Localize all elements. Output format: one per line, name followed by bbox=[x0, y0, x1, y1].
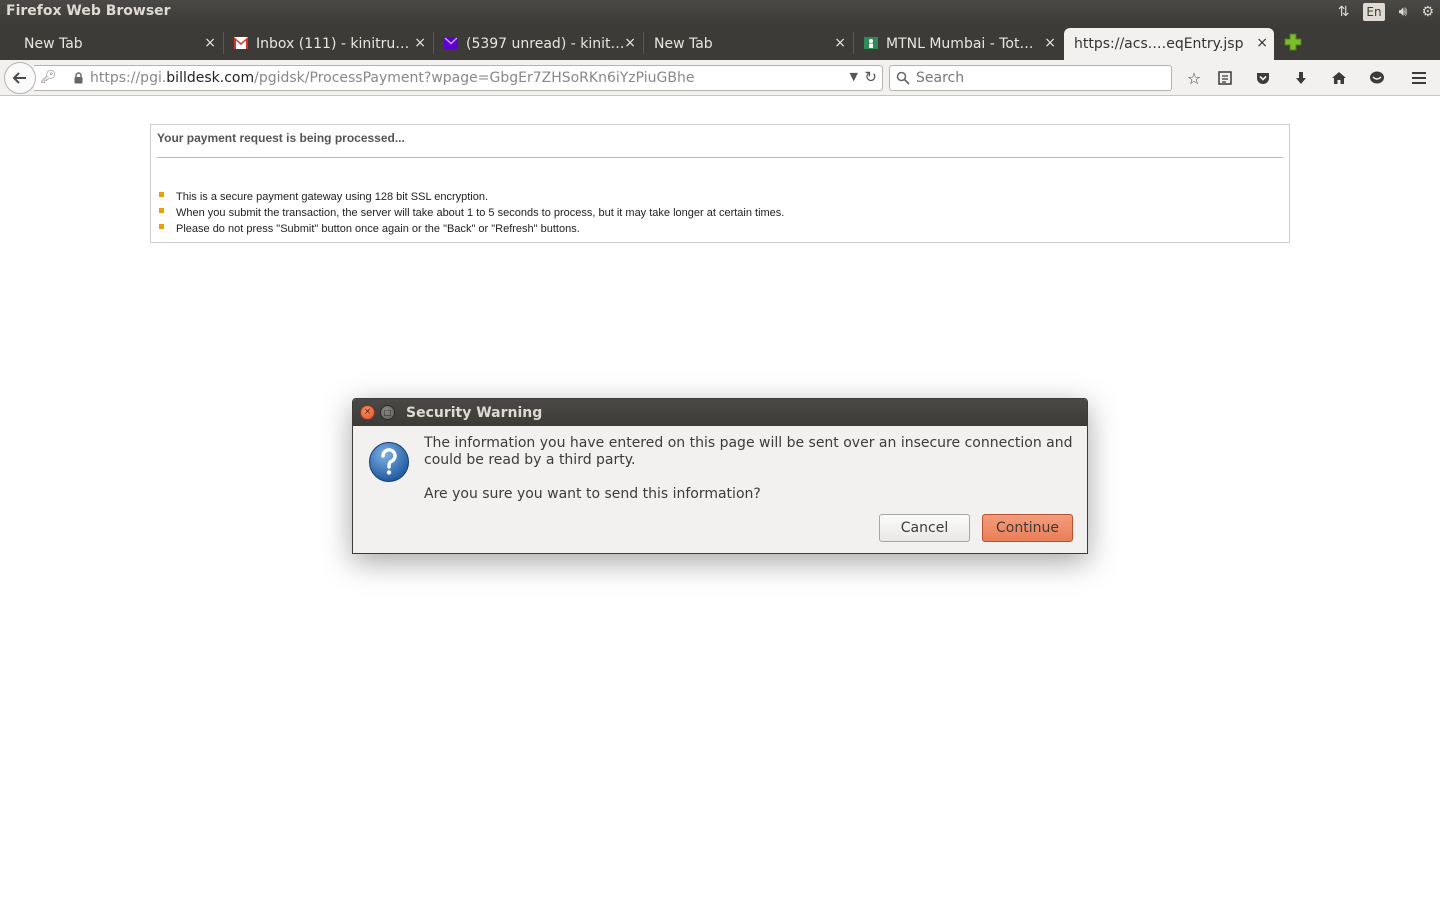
note-text: This is a secure payment gateway using 1… bbox=[176, 191, 489, 203]
keyboard-language-indicator[interactable]: En bbox=[1363, 3, 1385, 21]
list-item: Please do not press "Submit" button once… bbox=[159, 221, 784, 237]
history-dropdown-icon[interactable]: ▼ bbox=[850, 70, 858, 83]
bullet-square-icon bbox=[159, 192, 164, 197]
hamburger-menu-icon bbox=[1412, 72, 1426, 84]
tab-yahoo-mail[interactable]: (5397 unread) - kinit… × bbox=[440, 28, 642, 60]
volume-icon[interactable]: 🔊︎ bbox=[1399, 2, 1408, 22]
url-bar[interactable]: 🔑︎ https://pgi.billdesk.com/pgidsk/Proce… bbox=[34, 65, 883, 91]
hello-chat-button[interactable] bbox=[1365, 66, 1389, 90]
dialog-maximize-icon[interactable]: □ bbox=[380, 405, 395, 420]
tab-separator bbox=[223, 32, 224, 54]
tab-separator bbox=[433, 32, 434, 54]
bullet-square-icon bbox=[159, 224, 164, 229]
download-arrow-icon bbox=[1296, 72, 1306, 84]
list-item: This is a secure payment gateway using 1… bbox=[159, 189, 784, 205]
chat-bubble-icon bbox=[1370, 71, 1384, 84]
tab-acs-active[interactable]: https://acs.…eqEntry.jsp × bbox=[1064, 28, 1274, 60]
url-domain: billdesk.com bbox=[166, 70, 255, 86]
dialog-question: Are you sure you want to send this infor… bbox=[424, 486, 761, 502]
downloads-button[interactable] bbox=[1289, 66, 1313, 90]
bookmarks-menu-button[interactable] bbox=[1213, 66, 1237, 90]
dialog-title: Security Warning bbox=[406, 405, 543, 421]
settings-gear-icon[interactable]: ⚙ bbox=[1421, 2, 1434, 22]
dialog-titlebar[interactable]: × □ Security Warning bbox=[353, 399, 1087, 426]
tab-close-icon[interactable]: × bbox=[1044, 35, 1056, 51]
search-box[interactable] bbox=[889, 65, 1172, 91]
tab-label: (5397 unread) - kinit… bbox=[466, 36, 625, 52]
network-transfer-icon[interactable]: ⇅ bbox=[1338, 2, 1350, 22]
dialog-message: The information you have entered on this… bbox=[424, 435, 1073, 468]
bullet-square-icon bbox=[159, 208, 164, 213]
pocket-icon bbox=[1257, 73, 1269, 84]
tab-label: New Tab bbox=[24, 36, 83, 52]
tab-close-icon[interactable]: × bbox=[414, 35, 426, 51]
dialog-close-icon[interactable]: × bbox=[360, 405, 375, 420]
url-path: /pgidsk/ProcessPayment?wpage=GbgEr7ZHSoR… bbox=[254, 70, 695, 86]
tab-strip: New Tab × Inbox (111) - kinitru… × (5397… bbox=[0, 24, 1440, 60]
continue-button[interactable]: Continue bbox=[982, 514, 1073, 542]
home-icon bbox=[1332, 72, 1346, 84]
open-menu-button[interactable] bbox=[1407, 66, 1431, 90]
tab-label: New Tab bbox=[654, 36, 713, 52]
tab-new-tab-1[interactable]: New Tab × bbox=[0, 28, 222, 60]
tab-mtnl-mumbai[interactable]: MTNL Mumbai - Tot… × bbox=[860, 28, 1062, 60]
bookmarks-list-icon bbox=[1218, 71, 1232, 85]
tab-close-icon[interactable]: × bbox=[1256, 35, 1268, 51]
indicator-area: ⇅ En 🔊︎ ⚙ bbox=[1338, 2, 1434, 22]
tab-new-tab-2[interactable]: New Tab × bbox=[630, 28, 852, 60]
notes-list: This is a secure payment gateway using 1… bbox=[159, 189, 784, 237]
tab-close-icon[interactable]: × bbox=[834, 35, 846, 51]
tab-label: MTNL Mumbai - Tot… bbox=[886, 36, 1034, 52]
lock-icon[interactable] bbox=[74, 72, 83, 84]
bookmark-star-icon[interactable]: ☆ bbox=[1182, 66, 1206, 90]
back-arrow-icon bbox=[12, 72, 26, 84]
tab-gmail-inbox[interactable]: Inbox (111) - kinitru… × bbox=[230, 28, 432, 60]
url-prefix: https://pgi. bbox=[90, 70, 167, 86]
reload-icon[interactable]: ↻ bbox=[864, 68, 877, 86]
payment-processing-box: Your payment request is being processed.… bbox=[150, 124, 1290, 243]
gmail-icon bbox=[234, 37, 248, 49]
system-top-panel: Firefox Web Browser ⇅ En 🔊︎ ⚙ bbox=[0, 0, 1440, 24]
tab-separator bbox=[853, 32, 854, 54]
app-title: Firefox Web Browser bbox=[6, 3, 171, 19]
navigation-toolbar: 🔑︎ https://pgi.billdesk.com/pgidsk/Proce… bbox=[0, 60, 1440, 96]
tab-close-icon[interactable]: × bbox=[204, 35, 216, 51]
home-button[interactable] bbox=[1327, 66, 1351, 90]
search-icon bbox=[896, 71, 910, 85]
back-button[interactable] bbox=[4, 62, 36, 94]
pocket-button[interactable] bbox=[1251, 66, 1275, 90]
processing-title: Your payment request is being processed.… bbox=[157, 131, 405, 145]
tab-label: Inbox (111) - kinitru… bbox=[256, 36, 410, 52]
new-tab-plus-icon[interactable] bbox=[1284, 33, 1302, 51]
mtnl-icon bbox=[864, 37, 878, 49]
site-identity-key-icon[interactable]: 🔑︎ bbox=[40, 70, 57, 85]
security-warning-dialog: × □ Security Warning The information you… bbox=[352, 398, 1088, 554]
search-input[interactable] bbox=[916, 68, 1166, 88]
note-text: Please do not press "Submit" button once… bbox=[176, 223, 580, 235]
list-item: When you submit the transaction, the ser… bbox=[159, 205, 784, 221]
cancel-button[interactable]: Cancel bbox=[879, 514, 970, 542]
tab-label: https://acs.…eqEntry.jsp bbox=[1074, 36, 1244, 52]
note-text: When you submit the transaction, the ser… bbox=[176, 207, 785, 219]
question-icon bbox=[369, 442, 409, 482]
yahoo-mail-icon bbox=[444, 37, 458, 49]
url-text[interactable]: https://pgi.billdesk.com/pgidsk/ProcessP… bbox=[90, 70, 695, 86]
divider bbox=[157, 157, 1283, 158]
